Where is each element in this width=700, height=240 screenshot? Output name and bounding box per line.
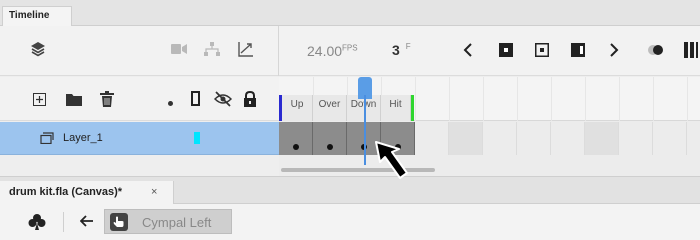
keyframe-dot xyxy=(293,144,299,150)
back-arrow-icon[interactable] xyxy=(79,215,94,230)
layer-list-empty-area xyxy=(0,156,279,176)
frame-unit: F xyxy=(405,42,411,52)
document-tab[interactable]: drum kit.fla (Canvas)* xyxy=(0,181,174,205)
panel-tab-strip: Timeline xyxy=(0,0,700,26)
fps-value: 24.00 xyxy=(307,43,343,59)
edit-bar-divider xyxy=(63,212,64,232)
hide-icon[interactable] xyxy=(213,91,233,110)
fps-display[interactable]: 24.00FPS xyxy=(307,43,358,59)
layer-header xyxy=(0,77,279,121)
layer-row[interactable]: Layer_1 xyxy=(0,122,279,155)
frame-label-up[interactable]: Up xyxy=(282,95,313,121)
lock-icon[interactable] xyxy=(243,90,257,110)
camera-icon[interactable] xyxy=(171,43,187,58)
layer-frame-row[interactable] xyxy=(279,122,700,155)
edit-multiple-frames-icon[interactable] xyxy=(684,42,698,61)
previous-frame-icon[interactable] xyxy=(463,43,473,60)
delete-icon[interactable] xyxy=(100,91,114,110)
keyframe-2[interactable] xyxy=(313,122,347,155)
current-frame-value: 3 xyxy=(392,42,400,58)
frames-area[interactable]: Up Over Down Hit xyxy=(279,77,700,176)
document-tab-label: drum kit.fla (Canvas)* xyxy=(9,186,123,198)
edit-bar: Cympal Left xyxy=(0,204,700,240)
empty-frame[interactable] xyxy=(483,122,517,155)
first-frame-icon[interactable] xyxy=(499,43,513,60)
empty-frame[interactable] xyxy=(449,122,483,155)
highlight-dot-icon[interactable] xyxy=(168,97,173,109)
symbol-name: Cympal Left xyxy=(142,215,212,230)
button-symbol-icon xyxy=(110,213,128,234)
document-tab-strip: drum kit.fla (Canvas)* × xyxy=(0,176,700,205)
outline-icon[interactable] xyxy=(191,91,200,109)
add-folder-icon[interactable] xyxy=(66,93,82,109)
scene-icon[interactable] xyxy=(28,213,46,234)
layer-color-swatch[interactable] xyxy=(194,132,200,144)
empty-frame[interactable] xyxy=(517,122,551,155)
symbol-breadcrumb[interactable]: Cympal Left xyxy=(104,209,232,234)
frame-ruler[interactable]: Up Over Down Hit xyxy=(279,77,700,121)
frame-label-over[interactable]: Over xyxy=(313,95,347,121)
next-frame-icon[interactable] xyxy=(609,43,619,60)
frame-label-hit[interactable]: Hit xyxy=(381,95,411,121)
keyframe-1[interactable] xyxy=(279,122,313,155)
play-icon[interactable] xyxy=(535,43,549,60)
current-frame-display[interactable]: 3F xyxy=(392,42,411,58)
empty-frame[interactable] xyxy=(415,122,449,155)
toolbar-divider xyxy=(278,26,279,76)
layers-icon[interactable] xyxy=(30,41,46,60)
empty-frame[interactable] xyxy=(551,122,585,155)
empty-frame[interactable] xyxy=(619,122,653,155)
empty-frame[interactable] xyxy=(585,122,619,155)
label-end-marker xyxy=(411,95,414,121)
tab-timeline[interactable]: Timeline xyxy=(2,6,72,26)
timeline-toolbar: 24.00FPS 3F xyxy=(0,26,700,76)
graph-icon[interactable] xyxy=(238,41,254,60)
keyframe-dot xyxy=(327,144,333,150)
add-layer-icon[interactable] xyxy=(33,93,46,109)
layer-icon xyxy=(40,132,54,147)
layer-name[interactable]: Layer_1 xyxy=(63,132,103,144)
playhead-line xyxy=(364,95,366,165)
fps-unit: FPS xyxy=(342,43,358,53)
last-frame-icon[interactable] xyxy=(571,43,585,60)
empty-frame[interactable] xyxy=(653,122,687,155)
onion-skin-icon[interactable] xyxy=(647,42,665,61)
close-icon[interactable]: × xyxy=(151,186,157,198)
horizontal-scrollbar[interactable] xyxy=(279,155,700,176)
hierarchy-icon[interactable] xyxy=(204,42,220,59)
cursor-arrow-icon xyxy=(374,140,412,187)
